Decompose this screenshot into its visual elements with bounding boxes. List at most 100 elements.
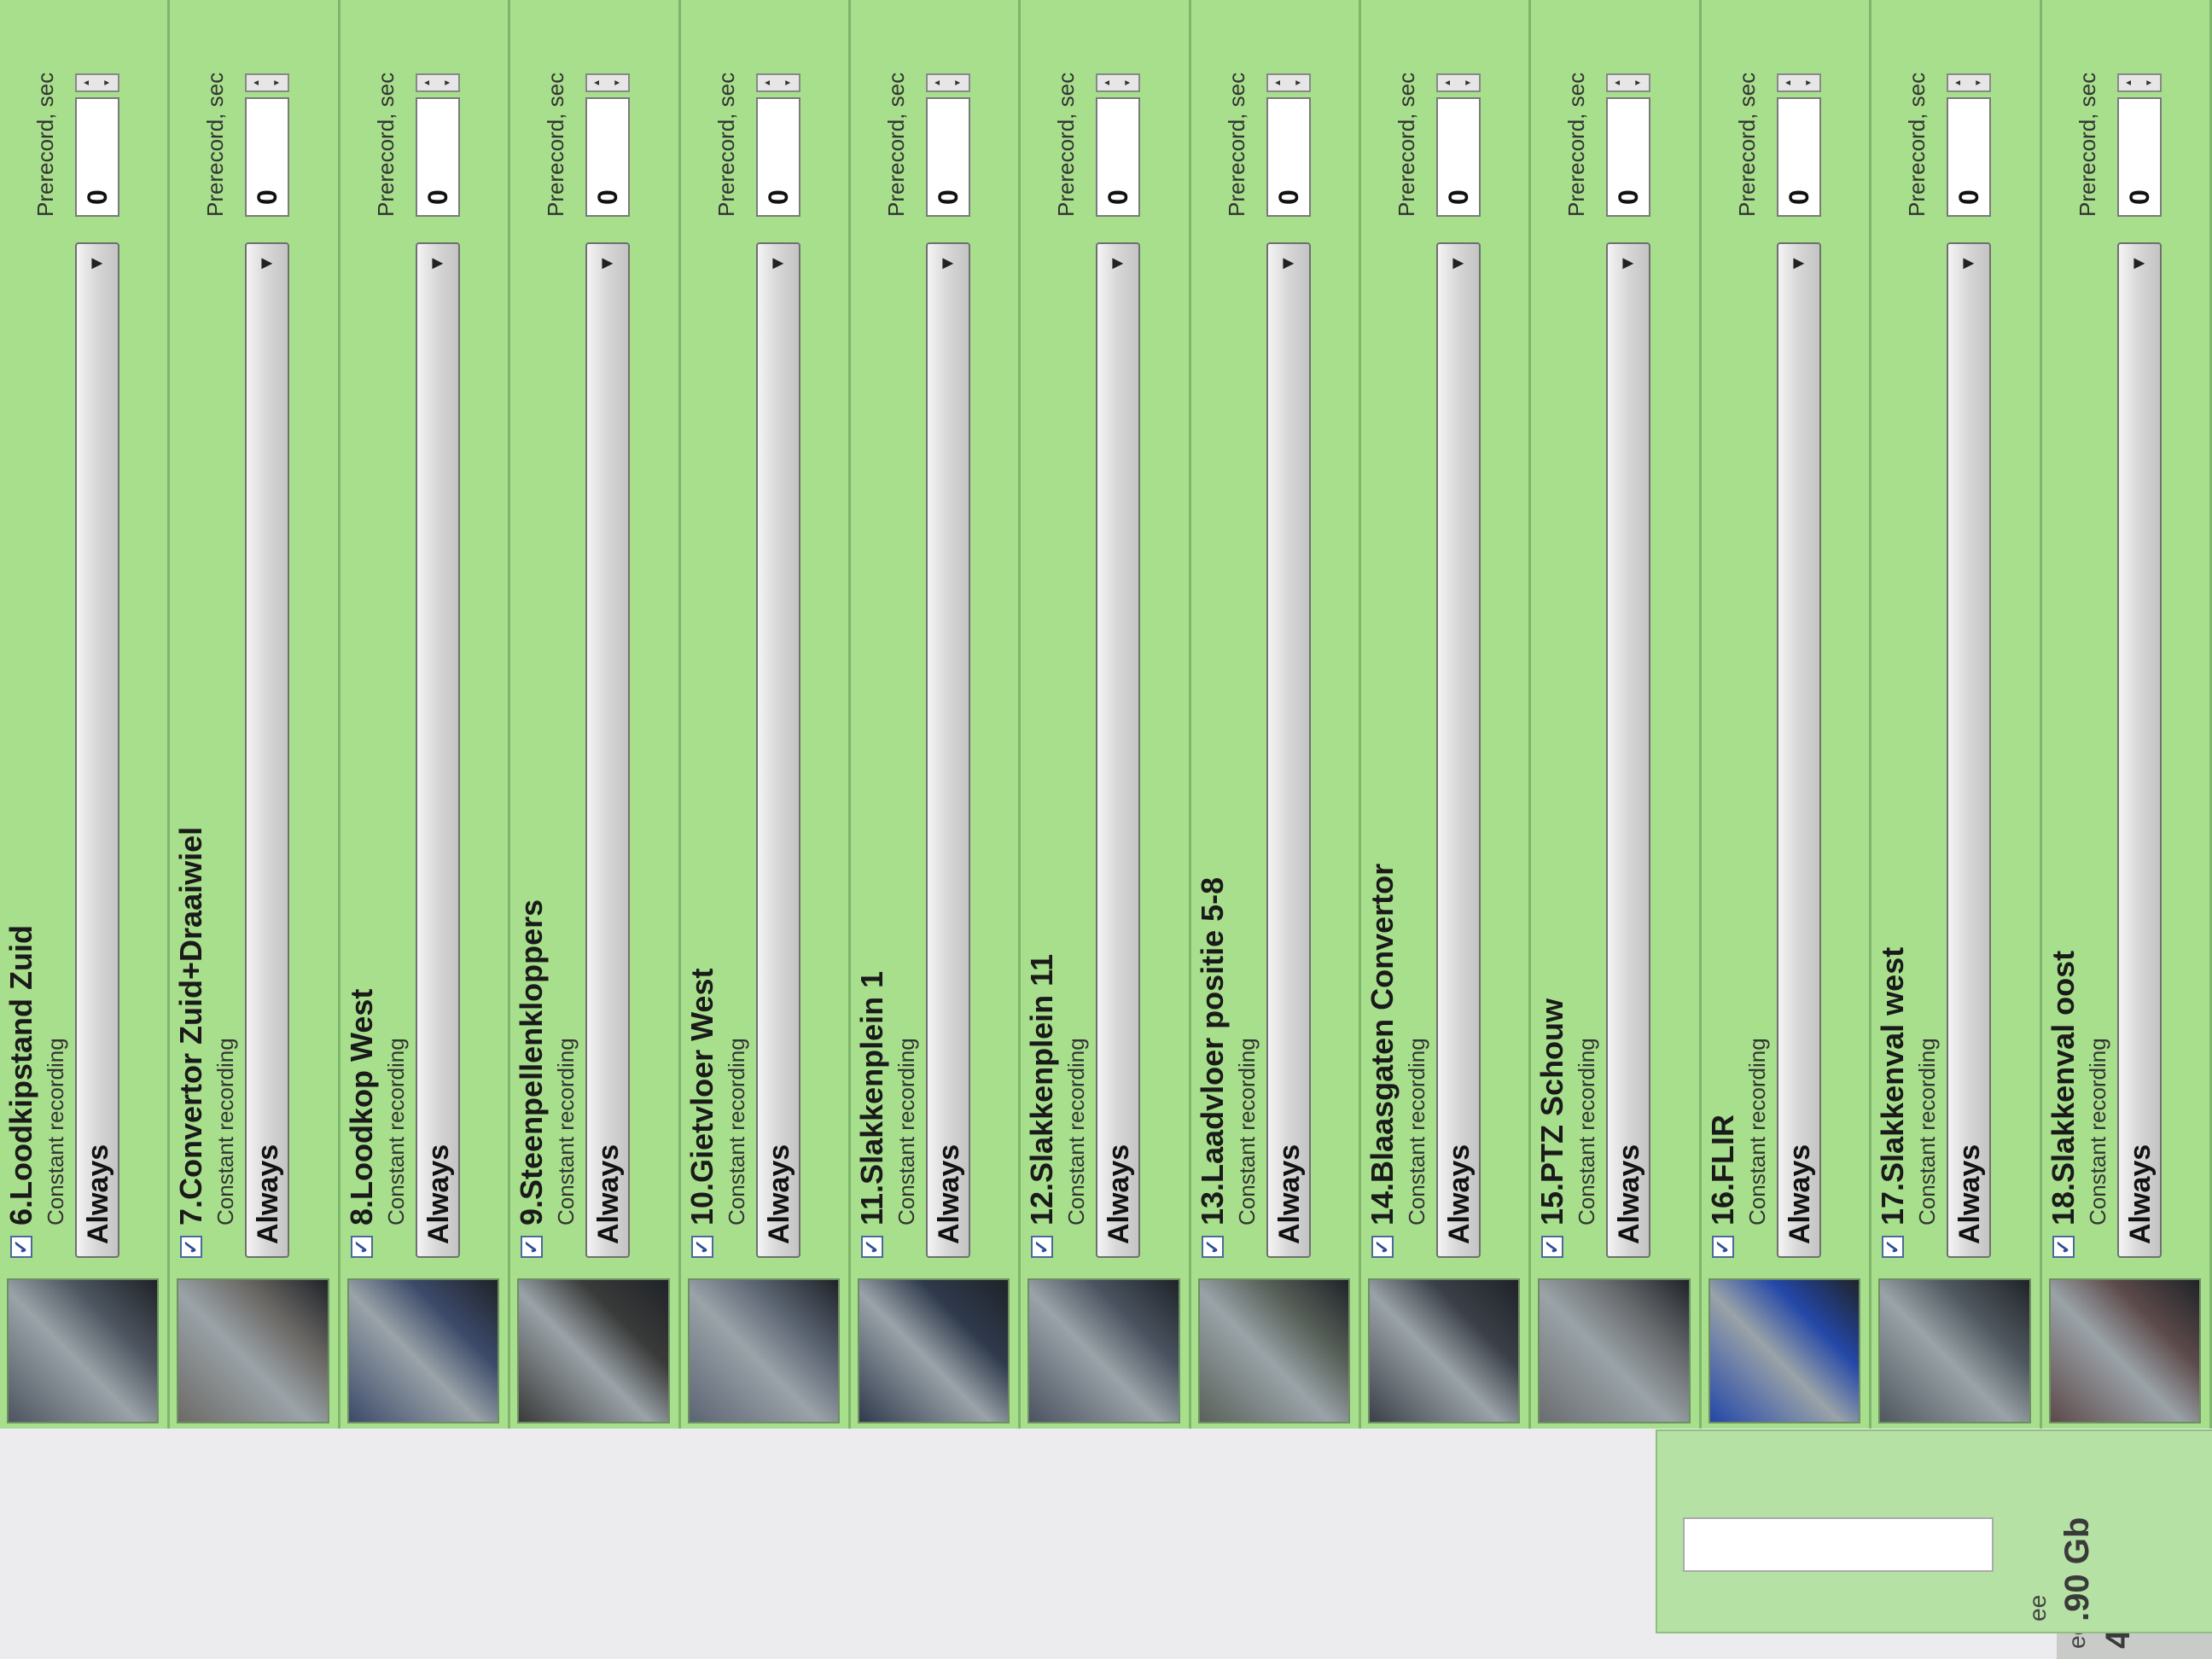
dropdown-arrow-icon: ▼ xyxy=(596,254,618,273)
camera-thumbnail[interactable] xyxy=(687,1278,840,1423)
spinner-arrows-icon[interactable]: ▲ ▼ xyxy=(75,73,119,92)
prerecord-label: Prerecord, sec xyxy=(1563,72,1590,217)
camera-enabled-checkbox[interactable]: ✓ xyxy=(521,1236,544,1258)
spinner-arrows-icon[interactable]: ▲ ▼ xyxy=(2116,73,2162,92)
recording-mode-label: Constant recording xyxy=(1404,1038,1430,1225)
checkmark-icon: ✓ xyxy=(860,1238,882,1255)
camera-name: 16.FLIR xyxy=(1704,1114,1740,1225)
prerecord-value: 0 xyxy=(1103,189,1134,205)
spinner-arrows-icon[interactable]: ▲ ▼ xyxy=(925,73,970,92)
prerecord-input[interactable]: 0 xyxy=(245,97,290,217)
camera-enabled-checkbox[interactable]: ✓ xyxy=(1031,1236,1054,1258)
schedule-dropdown[interactable]: Always ▼ xyxy=(415,242,460,1258)
camera-thumbnail[interactable] xyxy=(7,1278,160,1423)
spinner-arrows-icon[interactable]: ▲ ▼ xyxy=(1606,73,1651,92)
camera-name: 8.Loodkop West xyxy=(343,988,379,1225)
recording-mode-label: Constant recording xyxy=(43,1038,68,1225)
disk-input-box[interactable] xyxy=(1683,1517,1994,1572)
schedule-value: Always xyxy=(932,1144,965,1244)
prerecord-input[interactable]: 0 xyxy=(585,97,631,217)
prerecord-input[interactable]: 0 xyxy=(1096,97,1141,217)
camera-enabled-checkbox[interactable]: ✓ xyxy=(860,1236,883,1258)
prerecord-input[interactable]: 0 xyxy=(1606,97,1651,217)
schedule-value: Always xyxy=(82,1144,114,1244)
schedule-dropdown[interactable]: Always ▼ xyxy=(585,242,631,1258)
camera-row: ✓ 10.Gietvloer West Constant recording A… xyxy=(680,0,851,1429)
prerecord-input[interactable]: 0 xyxy=(925,97,970,217)
prerecord-input[interactable]: 0 xyxy=(755,97,800,217)
prerecord-input[interactable]: 0 xyxy=(415,97,460,217)
schedule-dropdown[interactable]: Always ▼ xyxy=(245,242,290,1258)
prerecord-input[interactable]: 0 xyxy=(1266,97,1311,217)
schedule-dropdown[interactable]: Always ▼ xyxy=(1436,242,1481,1258)
schedule-dropdown[interactable]: Always ▼ xyxy=(75,242,119,1258)
spinner-arrows-icon[interactable]: ▲ ▼ xyxy=(1436,73,1481,92)
camera-thumbnail[interactable] xyxy=(857,1278,1010,1423)
camera-enabled-checkbox[interactable]: ✓ xyxy=(10,1236,32,1258)
checkmark-icon: ✓ xyxy=(350,1238,372,1255)
camera-row: ✓ 18.Slakkenval oost Constant recording … xyxy=(2041,0,2212,1429)
prerecord-input[interactable]: 0 xyxy=(1776,97,1821,217)
spinner-arrows-icon[interactable]: ▲ ▼ xyxy=(1266,73,1311,92)
camera-name: 11.Slakkenplein 1 xyxy=(853,970,889,1225)
dropdown-arrow-icon: ▼ xyxy=(935,254,958,273)
schedule-dropdown[interactable]: Always ▼ xyxy=(2116,242,2162,1258)
spinner-arrows-icon[interactable]: ▲ ▼ xyxy=(1776,73,1821,92)
camera-enabled-checkbox[interactable]: ✓ xyxy=(180,1236,203,1258)
schedule-dropdown[interactable]: Always ▼ xyxy=(755,242,800,1258)
prerecord-value: 0 xyxy=(1613,189,1644,205)
dropdown-arrow-icon: ▼ xyxy=(1276,254,1298,273)
spinner-arrows-icon[interactable]: ▲ ▼ xyxy=(585,73,631,92)
camera-name: 17.Slakkenval west xyxy=(1875,946,1911,1225)
camera-thumbnail[interactable] xyxy=(1878,1278,2031,1423)
schedule-dropdown[interactable]: Always ▼ xyxy=(1266,242,1311,1258)
disk-label-2: ee xyxy=(2024,1594,2051,1621)
checkmark-icon: ✓ xyxy=(180,1238,202,1255)
camera-thumbnail[interactable] xyxy=(1708,1278,1861,1423)
spinner-arrows-icon[interactable]: ▲ ▼ xyxy=(245,73,290,92)
camera-enabled-checkbox[interactable]: ✓ xyxy=(1882,1236,1905,1258)
schedule-dropdown[interactable]: Always ▼ xyxy=(925,242,970,1258)
spinner-arrows-icon[interactable]: ▲ ▼ xyxy=(415,73,460,92)
camera-name: 13.Laadvloer positie 5-8 xyxy=(1194,876,1230,1225)
camera-thumbnail[interactable] xyxy=(2048,1278,2201,1423)
prerecord-input[interactable]: 0 xyxy=(1436,97,1481,217)
schedule-dropdown[interactable]: Always ▼ xyxy=(1606,242,1651,1258)
camera-enabled-checkbox[interactable]: ✓ xyxy=(1201,1236,1224,1258)
prerecord-input[interactable]: 0 xyxy=(1947,97,1992,217)
camera-enabled-checkbox[interactable]: ✓ xyxy=(1711,1236,1734,1258)
prerecord-label: Prerecord, sec xyxy=(1904,72,1930,217)
prerecord-input[interactable]: 0 xyxy=(2116,97,2162,217)
checkmark-icon: ✓ xyxy=(1711,1238,1733,1255)
schedule-dropdown[interactable]: Always ▼ xyxy=(1947,242,1992,1258)
disk-usage-box-2: ee .90 Gb xyxy=(1656,1429,2212,1633)
camera-thumbnail[interactable] xyxy=(1027,1278,1180,1423)
camera-row: ✓ 8.Loodkop West Constant recording Alwa… xyxy=(340,0,511,1429)
camera-thumbnail[interactable] xyxy=(1368,1278,1521,1423)
recording-mode-label: Constant recording xyxy=(1743,1038,1770,1225)
spinner-arrows-icon[interactable]: ▲ ▼ xyxy=(755,73,800,92)
spinner-arrows-icon[interactable]: ▲ ▼ xyxy=(1096,73,1141,92)
camera-enabled-checkbox[interactable]: ✓ xyxy=(2052,1236,2075,1258)
camera-enabled-checkbox[interactable]: ✓ xyxy=(1541,1236,1564,1258)
camera-thumbnail[interactable] xyxy=(1538,1278,1691,1423)
camera-thumbnail[interactable] xyxy=(177,1278,329,1423)
schedule-value: Always xyxy=(592,1144,626,1244)
schedule-value: Always xyxy=(252,1144,285,1244)
prerecord-input[interactable]: 0 xyxy=(75,97,119,217)
camera-row: ✓ 15.PTZ Schouw Constant recording Alway… xyxy=(1531,0,1702,1429)
schedule-value: Always xyxy=(762,1144,795,1244)
schedule-dropdown[interactable]: Always ▼ xyxy=(1776,242,1821,1258)
camera-thumbnail[interactable] xyxy=(346,1278,500,1423)
schedule-dropdown[interactable]: Always ▼ xyxy=(1096,242,1141,1258)
checkmark-icon: ✓ xyxy=(1031,1238,1053,1255)
camera-enabled-checkbox[interactable]: ✓ xyxy=(690,1236,713,1258)
spinner-arrows-icon[interactable]: ▲ ▼ xyxy=(1947,73,1992,92)
camera-enabled-checkbox[interactable]: ✓ xyxy=(1371,1236,1394,1258)
camera-thumbnail[interactable] xyxy=(1197,1278,1351,1423)
camera-thumbnail[interactable] xyxy=(517,1278,670,1423)
camera-row: ✓ 6.Loodkipstand Zuid Constant recording… xyxy=(0,0,171,1429)
dropdown-arrow-icon: ▼ xyxy=(1957,254,1979,273)
camera-enabled-checkbox[interactable]: ✓ xyxy=(350,1236,373,1258)
camera-name: 9.Steenpellenkloppers xyxy=(514,899,550,1225)
